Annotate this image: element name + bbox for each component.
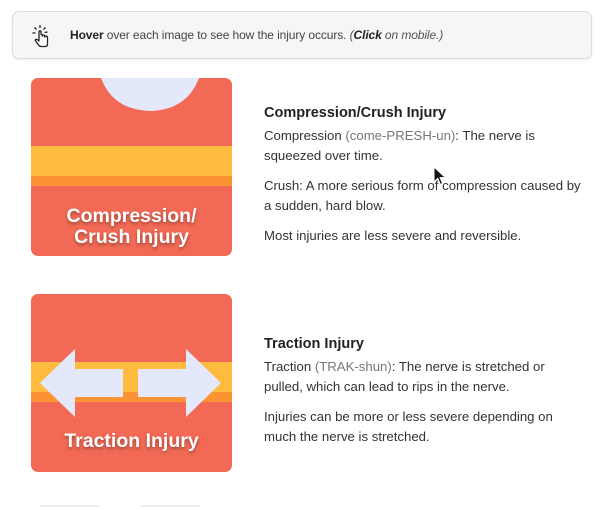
hint-click-word: Click: [353, 28, 382, 42]
section-title: Traction Injury: [264, 336, 364, 352]
crush-paragraph: Crush: A more serious form of compressio…: [264, 178, 581, 213]
definition-paragraph: Traction (TRAK-shun): The nerve is stret…: [264, 357, 584, 397]
divider: [40, 505, 200, 507]
pointer-tap-icon: [32, 25, 49, 48]
traction-info: Traction Injury Traction (TRAK-shun): Th…: [264, 334, 584, 457]
definition-paragraph: Compression (come-PRESH-un): The nerve i…: [264, 126, 584, 166]
card-label-line2: Crush Injury: [74, 226, 189, 248]
card-label-line1: Compression/: [66, 205, 197, 227]
section-title: Compression/Crush Injury: [264, 105, 447, 121]
hint-mobile-text: on mobile.): [381, 28, 444, 42]
hint-mobile-note: (Click on mobile.): [350, 28, 444, 42]
hint-body: over each image to see how the injury oc…: [103, 28, 350, 42]
hint-bold-word: Hover: [70, 28, 104, 42]
severity-paragraph: Injuries can be more or less severe depe…: [264, 409, 553, 444]
term: Compression: [264, 128, 342, 143]
compression-info: Compression/Crush Injury Compression (co…: [264, 103, 584, 256]
pronunciation: (come-PRESH-un): [345, 128, 456, 143]
hover-hint-bar: Hover over each image to see how the inj…: [12, 11, 592, 59]
mouse-cursor-icon: [433, 166, 447, 186]
hint-text: Hover over each image to see how the inj…: [70, 28, 443, 42]
pronunciation: (TRAK-shun): [314, 359, 392, 374]
term: Traction: [264, 359, 312, 374]
compression-injury-image[interactable]: Compression/ Crush Injury: [31, 78, 232, 256]
nerve-band: [31, 146, 232, 176]
severity-paragraph: Most injuries are less severe and revers…: [264, 228, 522, 243]
card-label: Traction Injury: [64, 430, 199, 452]
card-label: Compression/ Crush Injury: [31, 206, 232, 248]
traction-injury-image[interactable]: Traction Injury: [31, 294, 232, 472]
nerve-band-shadow: [31, 176, 232, 186]
